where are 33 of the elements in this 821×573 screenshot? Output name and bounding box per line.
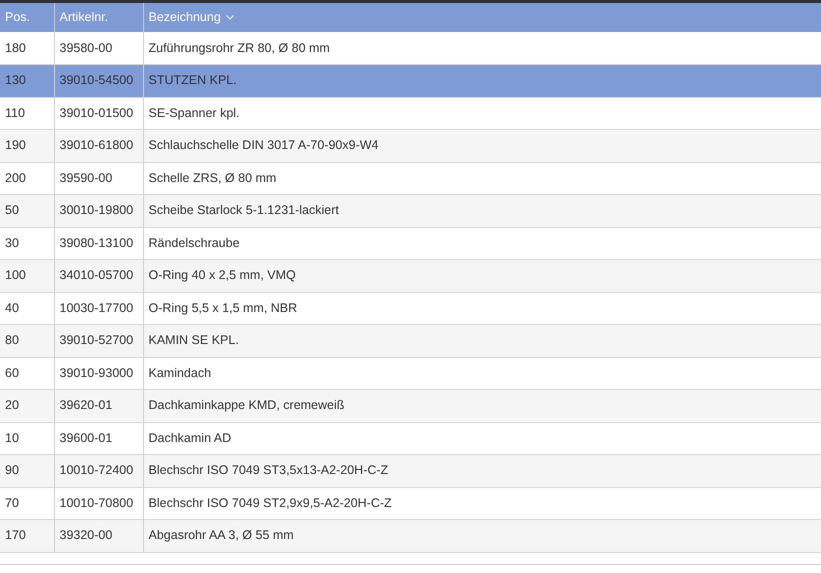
table-row[interactable]: 20 39620-01 Dachkaminkappe KMD, cremeweiß <box>0 390 821 422</box>
table-row[interactable]: 80 39010-52700 KAMIN SE KPL. <box>0 324 821 357</box>
table-cell: 34010-05700 <box>54 260 143 292</box>
table-cell: Schlauchschelle DIN 3017 A-70-90x9-W4 <box>143 130 821 162</box>
table-cell: KAMIN SE KPL. <box>143 324 821 357</box>
table-cell: 170 <box>0 520 54 552</box>
sort-caret-icon <box>226 15 234 20</box>
table-cell: 20 <box>0 390 54 422</box>
table-row[interactable]: 50 30010-19800 Scheibe Starlock 5-1.1231-lackiert <box>0 194 821 227</box>
table-cell: 80 <box>0 324 54 357</box>
table-row[interactable]: 130 39010-54500 STUTZEN KPL. <box>0 64 821 97</box>
table-cell: 130 <box>0 64 54 97</box>
table-cell: O-Ring 40 x 2,5 mm, VMQ <box>143 260 821 292</box>
table-cell: 100 <box>0 260 54 292</box>
table-row[interactable]: 190 39010-61800 Schlauchschelle DIN 3017 A-70-90x9-W4 <box>0 130 821 162</box>
table-cell: 39320-00 <box>54 520 143 552</box>
table-cell: 90 <box>0 454 54 487</box>
table-cell: Dachkaminkappe KMD, cremeweiß <box>143 390 821 422</box>
table-cell: 10010-72400 <box>54 454 143 487</box>
table-cell: Scheibe Starlock 5-1.1231-lackiert <box>143 194 821 227</box>
table-row[interactable]: 90 10010-72400 Blechschr ISO 7049 ST3,5x13-A2-20H-C-Z <box>0 454 821 487</box>
table-cell: 39010-52700 <box>54 324 143 357</box>
table-cell: Blechschr ISO 7049 ST3,5x13-A2-20H-C-Z <box>143 454 821 487</box>
table-row[interactable]: 170 39320-00 Abgasrohr AA 3, Ø 55 mm <box>0 520 821 552</box>
table-row[interactable]: 100 34010-05700 O-Ring 40 x 2,5 mm, VMQ <box>0 260 821 292</box>
table-cell: 190 <box>0 130 54 162</box>
table-cell: 39010-54500 <box>54 64 143 97</box>
table-cell: 39620-01 <box>54 390 143 422</box>
table-cell: 39010-61800 <box>54 130 143 162</box>
table-cell: 50 <box>0 194 54 227</box>
table-cell: STUTZEN KPL. <box>143 64 821 97</box>
table-cell: Abgasrohr AA 3, Ø 55 mm <box>143 520 821 552</box>
table-cell: 30010-19800 <box>54 194 143 227</box>
